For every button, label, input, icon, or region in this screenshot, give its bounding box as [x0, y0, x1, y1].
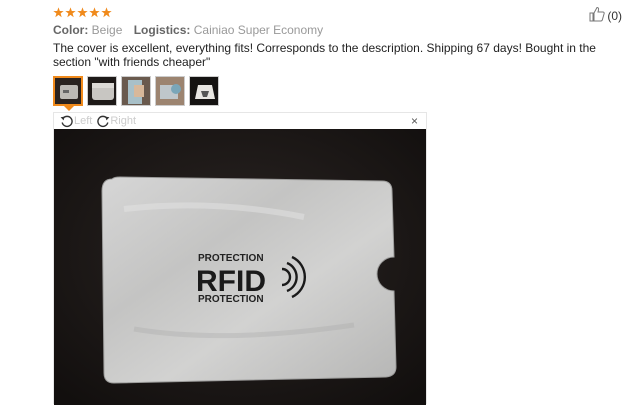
star-icon	[77, 7, 88, 21]
review-text: The cover is excellent, everything fits!…	[53, 41, 596, 69]
logistics-value: Cainiao Super Economy	[193, 23, 324, 37]
thumbnail[interactable]	[121, 76, 151, 106]
rotate-left-button[interactable]: Left	[60, 114, 92, 128]
rotate-right-icon	[97, 115, 110, 127]
star-icon	[65, 7, 76, 21]
thumbnail[interactable]	[53, 76, 83, 106]
logistics-key: Logistics:	[133, 23, 191, 37]
rotate-left-icon	[60, 115, 73, 127]
helpful-button[interactable]: (0)	[589, 6, 622, 25]
protection-text-bottom: PROTECTION	[198, 294, 264, 305]
thumbs-up-icon	[589, 6, 606, 25]
review-meta: Color: Beige Logistics: Cainiao Super Ec…	[53, 22, 331, 38]
review-photo: PROTECTION RFID PROTECTION	[54, 129, 426, 405]
rotate-left-label: Left	[74, 114, 93, 127]
thumbnail[interactable]	[155, 76, 185, 106]
rotate-right-button[interactable]: Right	[96, 114, 136, 128]
star-icon	[53, 7, 64, 21]
close-viewer-button[interactable]: ×	[411, 114, 418, 128]
star-rating	[53, 7, 112, 21]
color-value: Beige	[91, 23, 123, 37]
thumbnail-strip	[53, 76, 219, 106]
thumbnail[interactable]	[189, 76, 219, 106]
star-icon	[101, 7, 112, 21]
viewer-toolbar: Left Right ×	[54, 113, 426, 128]
protection-text-top: PROTECTION	[198, 253, 264, 264]
color-key: Color:	[53, 23, 89, 37]
helpful-count: (0)	[607, 8, 622, 23]
star-icon	[89, 7, 100, 21]
thumbnail[interactable]	[87, 76, 117, 106]
selected-thumbnail-pointer	[63, 105, 75, 111]
rotate-right-label: Right	[110, 114, 137, 127]
image-viewer: Left Right × PROTECTION RFID PROTECTION	[53, 112, 427, 405]
